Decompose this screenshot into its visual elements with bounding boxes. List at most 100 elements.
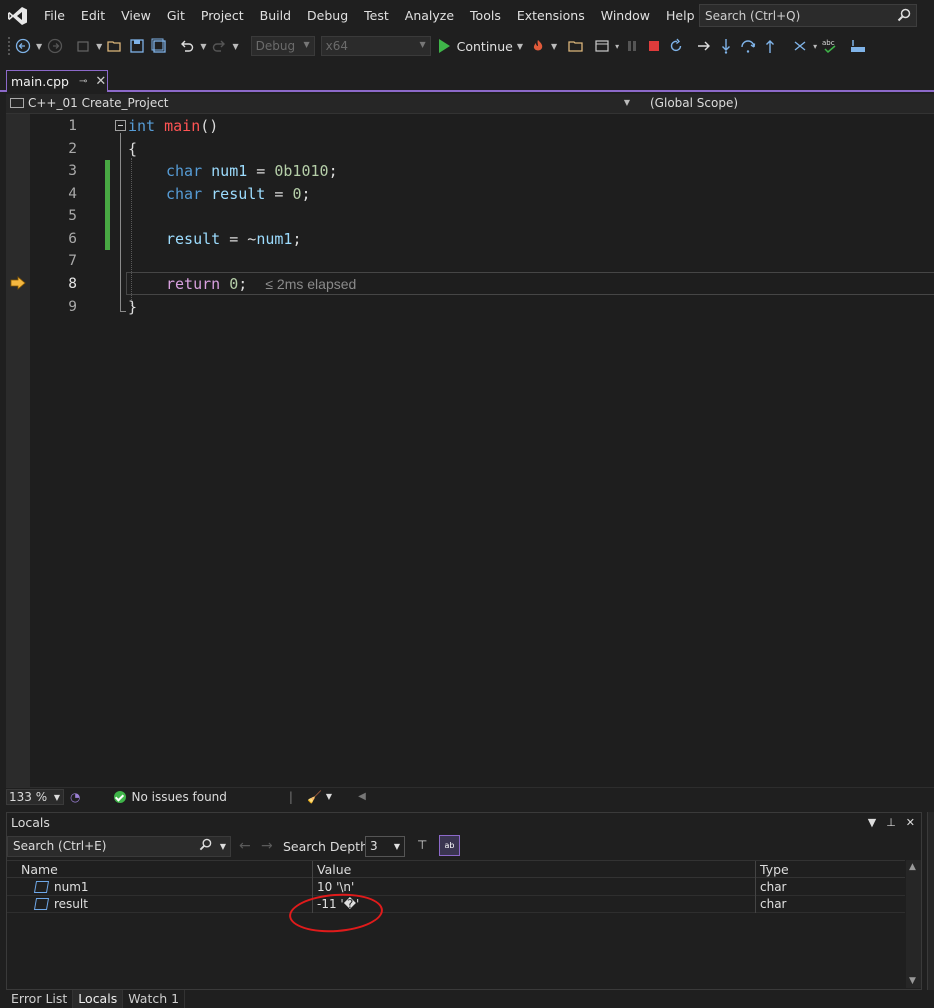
tool-window-tabs: Error List Locals Watch 1: [6, 990, 934, 1008]
tab-locals[interactable]: Locals: [73, 990, 124, 1008]
tab-main-cpp[interactable]: main.cpp ⊸ ✕: [6, 70, 108, 92]
search-back-icon[interactable]: ←: [239, 838, 251, 854]
column-value[interactable]: Value: [317, 862, 351, 877]
var-name: num1: [54, 880, 89, 894]
comment-icon[interactable]: [849, 37, 867, 55]
menu-git[interactable]: Git: [159, 0, 193, 32]
menu-edit[interactable]: Edit: [73, 0, 113, 32]
navigate-forward-icon[interactable]: [46, 37, 64, 55]
table-row[interactable]: result -11 '�' char: [7, 896, 905, 913]
window-position-icon[interactable]: ▼: [868, 816, 876, 829]
menu-window[interactable]: Window: [593, 0, 658, 32]
line-number: 3: [68, 163, 77, 179]
chevron-down-icon[interactable]: ▾: [813, 42, 817, 51]
stop-icon[interactable]: [645, 37, 663, 55]
code-token: ;: [328, 162, 338, 180]
redo-icon[interactable]: [210, 37, 228, 55]
line-number: 9: [68, 299, 77, 315]
chevron-down-icon[interactable]: ▾: [615, 42, 619, 51]
step-over-icon[interactable]: [739, 37, 757, 55]
pause-icon[interactable]: [623, 37, 641, 55]
locals-search-input[interactable]: Search (Ctrl+E) ▼: [7, 836, 231, 857]
var-type: char: [760, 897, 787, 911]
save-icon[interactable]: [128, 37, 146, 55]
menu-analyze[interactable]: Analyze: [397, 0, 462, 32]
menu-build[interactable]: Build: [252, 0, 299, 32]
menu-bar: File Edit View Git Project Build Debug T…: [0, 0, 934, 32]
close-icon[interactable]: ✕: [95, 74, 106, 89]
menu-tools[interactable]: Tools: [462, 0, 509, 32]
search-forward-icon[interactable]: →: [261, 838, 273, 854]
step-into-icon[interactable]: [717, 37, 735, 55]
menu-file[interactable]: File: [36, 0, 73, 32]
menu-view[interactable]: View: [113, 0, 159, 32]
navigate-back-icon[interactable]: [14, 37, 32, 55]
chevron-down-icon[interactable]: ▼: [551, 42, 557, 51]
scroll-down-icon[interactable]: ▼: [909, 976, 916, 986]
pin-source-icon[interactable]: ⊤: [417, 838, 427, 852]
table-row[interactable]: num1 10 '\n' char: [7, 879, 905, 896]
hex-display-icon[interactable]: ab: [439, 835, 460, 856]
tab-watch-1[interactable]: Watch 1: [123, 990, 186, 1008]
hot-reload-icon[interactable]: [529, 37, 547, 55]
keyword: char: [166, 185, 203, 203]
scope-dropdown[interactable]: (Global Scope): [650, 96, 738, 110]
project-dropdown[interactable]: C++_01 Create_Project ▼: [10, 96, 630, 110]
code-token: (): [200, 117, 219, 135]
open-folder-icon[interactable]: [106, 37, 124, 55]
pin-icon[interactable]: ⊥: [886, 816, 896, 829]
layout-icon[interactable]: [593, 37, 611, 55]
issues-status[interactable]: No issues found: [131, 790, 226, 804]
divider: |: [288, 789, 293, 804]
menu-project[interactable]: Project: [193, 0, 252, 32]
pin-icon[interactable]: ⊸: [79, 76, 87, 87]
change-tracking-bar: [105, 160, 110, 250]
collapse-outline-icon[interactable]: [115, 120, 126, 131]
menu-debug[interactable]: Debug: [299, 0, 356, 32]
restart-icon[interactable]: [667, 37, 685, 55]
identifier: num1: [256, 230, 293, 248]
chevron-down-icon[interactable]: ▼: [96, 42, 102, 51]
continue-button[interactable]: Continue ▼: [438, 39, 525, 54]
chevron-down-icon[interactable]: ▼: [220, 837, 226, 856]
global-search-input[interactable]: Search (Ctrl+Q): [699, 4, 917, 27]
chevron-down-icon[interactable]: ▼: [232, 42, 238, 51]
search-depth-combo[interactable]: 3 ▼: [365, 836, 405, 857]
code-cleanup-icon[interactable]: 🧹: [307, 790, 322, 804]
vertical-scrollbar[interactable]: ▲ ▼: [906, 860, 921, 988]
platform-combo[interactable]: x64 ▼: [320, 36, 431, 56]
breakpoints-icon[interactable]: [791, 37, 809, 55]
save-all-icon[interactable]: [150, 37, 168, 55]
configuration-combo[interactable]: Debug ▼: [250, 36, 315, 56]
column-type[interactable]: Type: [760, 862, 789, 877]
step-out-icon[interactable]: [761, 37, 779, 55]
standard-toolbar: ▼ ▼ ▼ ▼ Debug ▼ x64 ▼ Continue ▼ ▼ ▾ ▾ a…: [0, 32, 934, 60]
glyph-margin[interactable]: [6, 114, 30, 787]
spell-check-icon[interactable]: abc: [821, 37, 839, 55]
column-name[interactable]: Name: [21, 862, 58, 877]
close-icon[interactable]: ✕: [906, 816, 915, 829]
configuration-value: Debug: [255, 39, 296, 53]
visual-studio-logo-icon[interactable]: [0, 0, 36, 32]
new-project-icon[interactable]: [74, 37, 92, 55]
chevron-down-icon: ▼: [419, 40, 426, 49]
undo-icon[interactable]: [178, 37, 196, 55]
show-next-statement-icon[interactable]: [695, 37, 713, 55]
code-editor[interactable]: 1 2 3 4 5 6 7 8 9 int main() { char num1…: [6, 114, 934, 787]
scroll-up-icon[interactable]: ▲: [909, 862, 916, 872]
menu-extensions[interactable]: Extensions: [509, 0, 593, 32]
copilot-icon[interactable]: ◔: [70, 790, 80, 804]
scroll-left-icon[interactable]: ◀: [358, 791, 366, 802]
perf-tip-elapsed[interactable]: ≤ 2ms elapsed: [265, 276, 356, 292]
folder-view-icon[interactable]: [567, 37, 585, 55]
var-value[interactable]: 10 '\n': [317, 880, 354, 894]
menu-help[interactable]: Help: [658, 0, 703, 32]
zoom-combo[interactable]: 133 % ▼: [6, 788, 64, 805]
line-number: 1: [68, 118, 77, 134]
chevron-down-icon[interactable]: ▼: [36, 42, 42, 51]
chevron-down-icon[interactable]: ▼: [200, 42, 206, 51]
toolbar-grip[interactable]: [8, 37, 12, 55]
menu-test[interactable]: Test: [356, 0, 397, 32]
chevron-down-icon[interactable]: ▼: [326, 792, 332, 801]
tab-error-list[interactable]: Error List: [6, 990, 74, 1008]
